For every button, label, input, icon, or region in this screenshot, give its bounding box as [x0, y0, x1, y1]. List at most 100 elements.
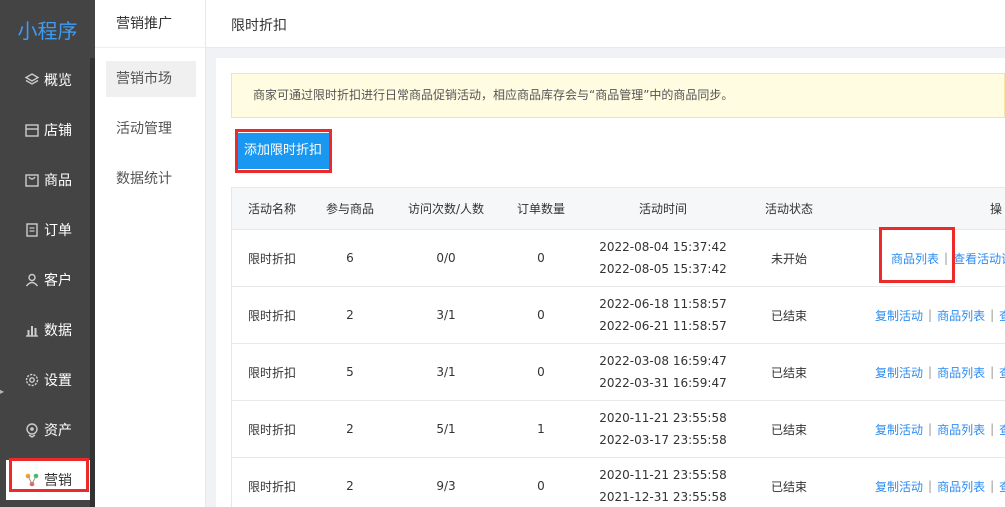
activity-time: 2020-11-21 23:55:58 2021-12-31 23:55:58 [583, 458, 743, 507]
asset-icon [26, 423, 38, 438]
visit-count: 0/0 [436, 251, 456, 265]
action-separator: | [990, 422, 995, 436]
start-time: 2020-11-21 23:55:58 [599, 468, 727, 482]
sidebar-item-products[interactable]: 商品 [0, 160, 90, 200]
sidebar-item-assets[interactable]: 资产 [0, 410, 90, 450]
product-count: 2 [346, 422, 354, 436]
app-logo[interactable]: 小程序 [0, 0, 95, 58]
page-header: 限时折扣 [206, 0, 1005, 48]
start-time: 2022-03-08 16:59:47 [599, 354, 727, 368]
copy-activity-link[interactable]: 复制活动 [875, 364, 923, 381]
order-count: 0 [537, 308, 545, 322]
layers-icon [24, 73, 40, 85]
action-separator: | [990, 479, 995, 493]
table-row: 限时折扣 5 3/1 0 2022-03-08 16:59:47 2022-03… [231, 344, 1005, 401]
order-count: 0 [537, 365, 545, 379]
activity-time: 2022-03-08 16:59:47 2022-03-31 16:59:47 [583, 344, 743, 400]
submenu: 营销推广 营销市场 活动管理 数据统计 [95, 0, 206, 507]
product-list-link[interactable]: 商品列表 [937, 421, 985, 438]
submenu-item-market[interactable]: 营销市场 [106, 61, 196, 97]
table-row: 限时折扣 2 9/3 0 2020-11-21 23:55:58 2021-12… [231, 458, 1005, 507]
highlight-add-button [235, 129, 332, 173]
sidebar-item-label: 订单 [44, 223, 72, 239]
chart-icon [26, 326, 38, 337]
view-activity-link[interactable]: 查看 [999, 364, 1005, 381]
notice-banner: 商家可通过限时折扣进行日常商品促销活动，相应商品库存会与“商品管理”中的商品同步… [231, 73, 1005, 118]
row-actions: 复制活动 | 商品列表 | 查看 [835, 287, 1005, 343]
action-separator: | [928, 422, 933, 436]
view-activity-link[interactable]: 查看 [999, 478, 1005, 495]
row-actions: 复制活动 | 商品列表 | 查看 [835, 344, 1005, 400]
row-actions: 复制活动 | 商品列表 | 查看 [835, 458, 1005, 507]
main-sidebar: 小程序 概览 店铺 商品 订单 客户 数据 设置 资产 营销 [0, 0, 95, 507]
view-activity-link[interactable]: 查看 [999, 307, 1005, 324]
end-time: 2022-06-21 11:58:57 [599, 319, 727, 333]
sidebar-item-orders[interactable]: 订单 [0, 210, 90, 250]
sidebar-item-label: 设置 [44, 373, 72, 389]
sidebar-item-overview[interactable]: 概览 [0, 60, 90, 100]
gear-icon [25, 373, 39, 387]
start-time: 2020-11-21 23:55:58 [599, 411, 727, 425]
activity-table: 活动名称 参与商品 访问次数/人数 订单数量 活动时间 活动状态 操 限时折扣 … [231, 187, 1005, 507]
visit-count: 3/1 [436, 308, 456, 322]
submenu-title: 营销推广 [95, 0, 205, 48]
column-header: 活动状态 [764, 202, 813, 216]
table-header: 活动名称 参与商品 访问次数/人数 订单数量 活动时间 活动状态 操 [231, 187, 1005, 230]
status-label: 已结束 [770, 308, 807, 323]
highlight-marketing [9, 458, 89, 492]
highlight-product-list [879, 227, 955, 283]
product-list-link[interactable]: 商品列表 [937, 364, 985, 381]
copy-activity-link[interactable]: 复制活动 [875, 421, 923, 438]
sidebar-item-label: 概览 [44, 73, 72, 89]
product-count: 2 [346, 479, 354, 493]
sidebar-item-label: 客户 [44, 273, 72, 289]
copy-activity-link[interactable]: 复制活动 [875, 478, 923, 495]
view-activity-link[interactable]: 查看活动详 [953, 250, 1005, 267]
activity-time: 2022-08-04 15:37:42 2022-08-05 15:37:42 [583, 230, 743, 286]
activity-time: 2020-11-21 23:55:58 2022-03-17 23:55:58 [583, 401, 743, 457]
visit-count: 9/3 [436, 479, 456, 493]
action-separator: | [928, 479, 933, 493]
end-time: 2022-03-17 23:55:58 [599, 433, 727, 447]
action-separator: | [990, 365, 995, 379]
order-count: 0 [537, 479, 545, 493]
visit-count: 3/1 [436, 365, 456, 379]
end-time: 2022-03-31 16:59:47 [599, 376, 727, 390]
user-icon [25, 273, 39, 287]
sidebar-item-store[interactable]: 店铺 [0, 110, 90, 150]
order-icon [26, 223, 38, 237]
product-list-link[interactable]: 商品列表 [937, 307, 985, 324]
submenu-item-activity[interactable]: 活动管理 [106, 111, 196, 147]
column-header: 访问次数/人数 [407, 202, 485, 216]
table-row: 限时折扣 2 3/1 0 2022-06-18 11:58:57 2022-06… [231, 287, 1005, 344]
sidebar-item-data[interactable]: 数据 [0, 310, 90, 350]
row-actions: 复制活动 | 商品列表 | 查看 [835, 401, 1005, 457]
start-time: 2022-08-04 15:37:42 [599, 240, 727, 254]
visit-count: 5/1 [436, 422, 456, 436]
page-title: 限时折扣 [231, 18, 287, 34]
sidebar-item-label: 店铺 [44, 123, 72, 139]
product-count: 5 [346, 365, 354, 379]
bag-icon [25, 174, 39, 187]
submenu-item-stats[interactable]: 数据统计 [106, 161, 196, 197]
order-count: 0 [537, 251, 545, 265]
sidebar-item-label: 资产 [44, 423, 72, 439]
status-label: 已结束 [770, 479, 807, 494]
action-separator: | [990, 308, 995, 322]
collapse-arrow-icon[interactable]: ▸ [0, 388, 4, 396]
product-list-link[interactable]: 商品列表 [937, 478, 985, 495]
end-time: 2022-08-05 15:37:42 [599, 262, 727, 276]
store-icon [25, 124, 39, 137]
table-row: 限时折扣 6 0/0 0 2022-08-04 15:37:42 2022-08… [231, 227, 1005, 287]
end-time: 2021-12-31 23:55:58 [599, 490, 727, 504]
status-label: 已结束 [770, 422, 807, 437]
copy-activity-link[interactable]: 复制活动 [875, 307, 923, 324]
view-activity-link[interactable]: 查看 [999, 421, 1005, 438]
order-count: 1 [537, 422, 545, 436]
sidebar-item-label: 商品 [44, 173, 72, 189]
action-separator: | [928, 308, 933, 322]
sidebar-item-customers[interactable]: 客户 [0, 260, 90, 300]
column-header: 活动时间 [638, 201, 687, 216]
sidebar-item-settings[interactable]: 设置 [0, 360, 90, 400]
start-time: 2022-06-18 11:58:57 [599, 297, 727, 311]
